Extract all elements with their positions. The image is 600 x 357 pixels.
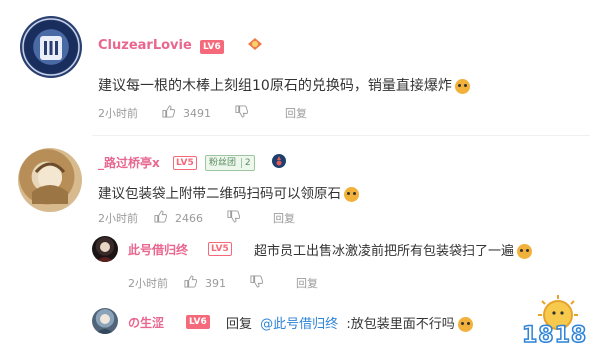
decoration-icon [270,152,288,170]
reply-text-content: 超市员工出售冰激凌前把所有包装袋扫了一遍 [254,244,515,259]
like-count: 3491 [183,106,211,120]
level-badge: LV6 [200,40,224,54]
mention-link[interactable]: @此号借归终 [260,317,338,332]
doge-emoji-icon [457,317,473,332]
reply-button[interactable]: 回复 [285,105,307,121]
reply-text: 超市员工出售冰激凌前把所有包装袋扫了一遍 [254,240,533,259]
dislike-icon[interactable] [226,210,240,226]
divider [92,135,590,136]
avatar[interactable] [20,16,82,78]
dislike-icon[interactable] [234,105,248,121]
character-avatar-icon [96,314,114,334]
character-avatar-icon [96,242,114,262]
crest-icon [22,18,80,76]
username[interactable]: の生涩 [128,314,164,331]
comment-text: 建议每一根的木棒上刻组10原石的兑换码，销量直接爆炸 [98,75,470,95]
reply-text: 回复 @此号借归终 :放包装里面不行吗 [226,313,473,332]
like-count: 2466 [175,211,203,225]
site-watermark: 1818 [514,293,592,351]
comment-text: 建议包装袋上附带二维码扫码可以领原石 [98,182,359,202]
timestamp: 2小时前 [128,277,168,290]
like-count: 391 [205,276,226,290]
doge-emoji-icon [517,244,533,259]
comment-text-content: 建议包装袋上附带二维码扫码可以领原石 [98,186,341,202]
level-badge: LV5 [173,156,197,170]
like-icon[interactable] [161,105,175,121]
fan-badge-level: 2 [240,158,251,168]
avatar[interactable] [18,148,82,212]
fan-badge: 粉丝团 2 [205,155,255,171]
username[interactable]: _路过桥亭x [98,154,160,171]
reply-text-content: :放包装里面不行吗 [346,317,455,332]
comment-meta: 2小时前 3491 回复 [98,105,307,121]
doge-emoji-icon [344,186,359,202]
avatar[interactable] [92,236,118,262]
character-avatar-icon [32,162,68,204]
timestamp: 2小时前 [98,107,138,120]
fan-badge-label: 粉丝团 [209,158,237,168]
level-badge: LV6 [186,315,210,329]
reply-prefix: 回复 [226,317,253,332]
reply-button[interactable]: 回复 [296,275,318,291]
comment-text-content: 建议每一根的木棒上刻组10原石的兑换码，销量直接爆炸 [98,78,452,94]
username[interactable]: 此号借归终 [128,241,188,258]
watermark-text: 1818 [521,322,588,349]
comments-screenshot: { "comments": [ { "user": "CluzearLovie"… [0,0,600,357]
like-icon[interactable] [183,275,197,291]
reply-button[interactable]: 回复 [273,210,295,226]
username[interactable]: CluzearLovie [98,38,192,53]
level-badge: LV5 [208,242,232,256]
like-icon[interactable] [153,210,167,226]
avatar[interactable] [92,308,118,334]
comment-meta: 2小时前 2466 回复 [98,210,295,226]
dislike-icon[interactable] [249,275,263,291]
medal-icon [246,36,264,52]
doge-emoji-icon [454,78,470,94]
timestamp: 2小时前 [98,212,138,225]
reply-meta: 2小时前 391 回复 [128,275,318,291]
